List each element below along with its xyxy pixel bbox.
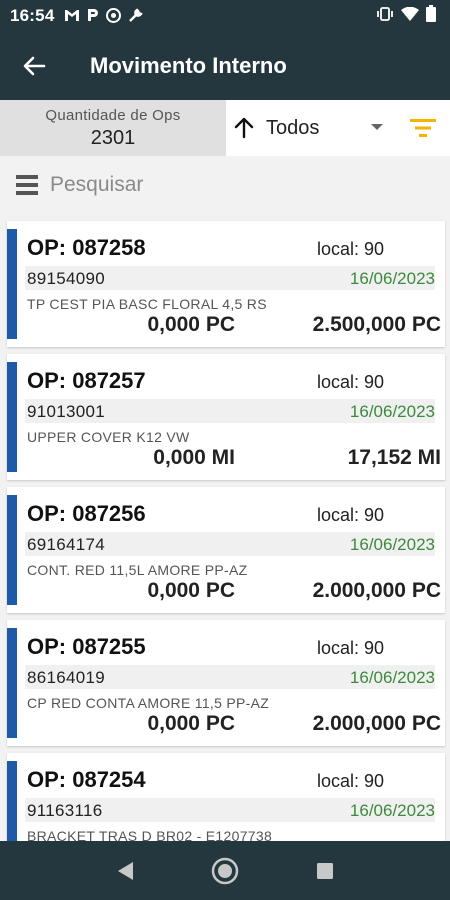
system-nav-bar <box>0 841 450 900</box>
wrench-icon <box>128 7 144 25</box>
back-button[interactable] <box>0 32 70 100</box>
local-label: local: 90 <box>317 638 385 658</box>
qty-produced: 0,000 PC <box>147 712 235 735</box>
ops-count-label: Quantidade de Ops <box>45 106 181 124</box>
op-number: OP: 087254 <box>27 767 146 792</box>
arrow-left-icon <box>23 56 46 76</box>
sort-area: Todos <box>226 100 450 156</box>
card-accent-bar <box>7 628 17 738</box>
local-label: local: 90 <box>317 505 385 525</box>
local-label: local: 90 <box>317 372 385 392</box>
status-bar: 16:54 <box>0 0 450 32</box>
circle-home-icon <box>211 857 239 884</box>
list-item[interactable]: OP: 087254 local: 90 91163116 16/06/2023… <box>7 753 445 841</box>
qty-planned: 2.000,000 PC <box>312 712 441 735</box>
op-date: 16/06/2023 <box>349 535 435 554</box>
ops-list: OP: 087258 local: 90 89154090 16/06/2023… <box>0 213 450 841</box>
triangle-back-icon <box>118 861 133 880</box>
product-code: 91163116 <box>27 801 103 820</box>
op-date: 16/06/2023 <box>349 269 435 288</box>
qty-produced: 0,000 PC <box>147 313 235 336</box>
list-icon[interactable] <box>16 175 38 195</box>
qty-produced: 0,000 PC <box>147 579 235 602</box>
filter-icon[interactable] <box>410 118 436 138</box>
qty-planned: 2.000,000 PC <box>312 579 441 602</box>
chrome-icon <box>106 7 122 25</box>
qty-planned: 17,152 MI <box>347 446 441 469</box>
product-code: 69164174 <box>27 535 106 554</box>
card-accent-bar <box>7 761 17 841</box>
status-filter-select[interactable]: Todos <box>266 117 319 140</box>
nav-recents-button[interactable] <box>305 851 345 891</box>
battery-icon <box>426 5 436 27</box>
product-description: UPPER COVER K12 VW <box>27 429 190 445</box>
system-icons <box>376 5 436 27</box>
list-item[interactable]: OP: 087257 local: 90 91013001 16/06/2023… <box>7 354 445 480</box>
op-number: OP: 087257 <box>27 368 146 393</box>
product-description: CONT. RED 11,5L AMORE PP-AZ <box>27 562 248 578</box>
op-number: OP: 087256 <box>27 501 146 526</box>
product-code: 89154090 <box>27 269 106 288</box>
search-bar[interactable]: Pesquisar <box>0 157 450 213</box>
nav-back-button[interactable] <box>105 851 145 891</box>
dropdown-caret-icon[interactable] <box>371 124 383 130</box>
page-title: Movimento Interno <box>90 53 287 78</box>
square-recents-icon <box>317 862 333 879</box>
product-description: CP RED CONTA AMORE 11,5 PP-AZ <box>27 695 270 711</box>
notification-icons <box>64 7 144 25</box>
card-accent-bar <box>7 362 17 472</box>
local-label: local: 90 <box>317 239 385 259</box>
app-bar: Movimento Interno <box>0 32 450 100</box>
parking-icon <box>87 8 99 24</box>
product-description: TP CEST PIA BASC FLORAL 4,5 RS <box>27 296 267 312</box>
list-item[interactable]: OP: 087256 local: 90 69164174 16/06/2023… <box>7 487 445 613</box>
nav-home-button[interactable] <box>205 851 245 891</box>
op-date: 16/06/2023 <box>349 801 435 820</box>
ops-count-box: Quantidade de Ops 2301 <box>0 100 226 156</box>
vibrate-icon <box>376 6 394 26</box>
local-label: local: 90 <box>317 771 385 791</box>
filter-row: Quantidade de Ops 2301 Todos <box>0 100 450 156</box>
status-time: 16:54 <box>10 6 55 25</box>
card-accent-bar <box>7 495 17 605</box>
qty-produced: 0,000 MI <box>153 446 235 469</box>
op-number: OP: 087255 <box>27 634 146 659</box>
search-input[interactable]: Pesquisar <box>50 173 143 197</box>
wifi-icon <box>401 6 419 26</box>
op-date: 16/06/2023 <box>349 668 435 687</box>
op-number: OP: 087258 <box>27 235 146 260</box>
list-item[interactable]: OP: 087258 local: 90 89154090 16/06/2023… <box>7 221 445 347</box>
product-code: 91013001 <box>27 402 106 421</box>
app-screen: 16:54 Movimento Interno Quantidade de Op… <box>0 0 450 900</box>
product-description: BRACKET TRAS D BR02 - E1207738 <box>27 828 273 841</box>
product-code: 86164019 <box>27 668 106 687</box>
list-item[interactable]: OP: 087255 local: 90 86164019 16/06/2023… <box>7 620 445 746</box>
sort-arrow-up-icon[interactable] <box>232 116 256 140</box>
op-date: 16/06/2023 <box>349 402 435 421</box>
gmail-icon <box>64 9 80 24</box>
qty-planned: 2.500,000 PC <box>312 313 441 336</box>
card-accent-bar <box>7 229 17 339</box>
ops-count-value: 2301 <box>90 126 136 149</box>
